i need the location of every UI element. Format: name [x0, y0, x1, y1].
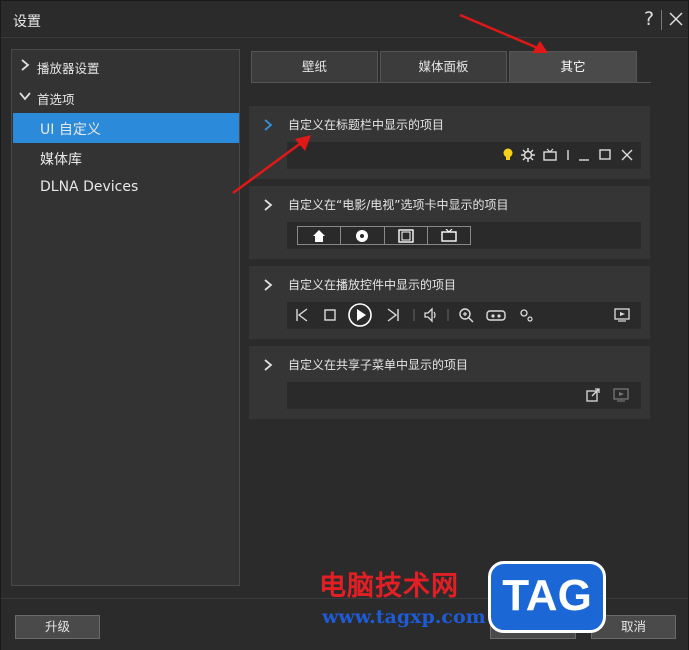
tv-icon[interactable]	[541, 146, 559, 164]
sidebar-item-media-library[interactable]: 媒体库	[13, 143, 239, 173]
stop-icon[interactable]	[321, 306, 339, 324]
watermark-logo: TAG	[488, 561, 606, 633]
tab-media-panel[interactable]: 媒体面板	[380, 51, 507, 82]
separator-icon	[439, 306, 457, 324]
settings-dialog: 设置 ? 播放器设置 首选项 UI 自定义 媒体库 DLNA Devices 壁…	[0, 0, 689, 650]
separator-icon	[405, 306, 423, 324]
sidebar-group-player-settings[interactable]: 播放器设置	[12, 51, 239, 81]
skip-next-icon[interactable]	[384, 306, 402, 324]
chevron-right-icon	[21, 59, 30, 71]
sidebar-item-label: DLNA Devices	[40, 179, 139, 195]
tab-other[interactable]: 其它	[509, 51, 637, 82]
vr-icon[interactable]	[485, 306, 507, 324]
sidebar-item-dlna-devices[interactable]: DLNA Devices	[13, 173, 239, 203]
disc-icon	[356, 230, 369, 242]
sidebar-item-ui-customize[interactable]: UI 自定义	[13, 113, 239, 143]
home-segment[interactable]	[298, 227, 342, 244]
tab-bar: 壁纸 媒体面板 其它	[251, 51, 651, 83]
title-bar: 设置 ?	[1, 1, 688, 38]
chevron-right-icon[interactable]	[261, 358, 275, 372]
lightbulb-icon[interactable]	[499, 146, 517, 164]
settings-sidebar: 播放器设置 首选项 UI 自定义 媒体库 DLNA Devices	[11, 49, 240, 586]
chevron-right-icon[interactable]	[261, 278, 275, 292]
play-icon[interactable]	[348, 303, 372, 327]
tv-icon	[441, 229, 457, 242]
sidebar-group-label: 首选项	[37, 92, 75, 107]
playback-icons-bar	[287, 302, 641, 329]
sidebar-group-label: 播放器设置	[37, 61, 100, 76]
gear-icon[interactable]	[519, 146, 537, 164]
sidebar-group-preferences[interactable]: 首选项	[12, 82, 239, 112]
home-icon	[313, 230, 325, 242]
tv-segment[interactable]	[428, 227, 470, 244]
titlebar-icons-bar	[287, 142, 641, 169]
watermark-text: 电脑技术网	[319, 571, 459, 602]
close-window-button[interactable]	[666, 9, 686, 29]
cast-disabled-icon[interactable]	[612, 386, 630, 404]
film-segment[interactable]	[385, 227, 428, 244]
section-title: 自定义在播放控件中显示的项目	[288, 278, 457, 292]
window-title: 设置	[13, 14, 41, 30]
chevron-right-icon[interactable]	[261, 118, 275, 132]
movie-tv-icons-bar	[287, 222, 641, 249]
volume-icon[interactable]	[422, 306, 440, 324]
share-external-icon[interactable]	[584, 386, 602, 404]
close-icon	[669, 12, 683, 26]
section-title: 自定义在“电影/电视”选项卡中显示的项目	[288, 198, 509, 212]
section-titlebar-items: 自定义在标题栏中显示的项目	[249, 106, 650, 179]
tab-divider	[251, 82, 651, 83]
movie-tv-segment-group	[297, 226, 471, 245]
chevron-right-icon[interactable]	[261, 198, 275, 212]
watermark-logo-text: TAG	[502, 571, 592, 620]
section-movie-tv-items: 自定义在“电影/电视”选项卡中显示的项目	[249, 186, 650, 259]
minimize-icon[interactable]	[575, 146, 593, 164]
maximize-icon[interactable]	[596, 146, 614, 164]
close-icon[interactable]	[618, 146, 636, 164]
settings-icon[interactable]	[517, 306, 535, 324]
sidebar-item-label: 媒体库	[40, 152, 82, 168]
cast-icon[interactable]	[613, 306, 631, 324]
section-share-submenu: 自定义在共享子菜单中显示的项目	[249, 346, 650, 419]
chevron-down-icon	[19, 92, 31, 101]
tab-wallpaper[interactable]: 壁纸	[251, 51, 378, 82]
skip-previous-icon[interactable]	[293, 306, 311, 324]
upgrade-button[interactable]: 升级	[15, 615, 100, 639]
film-icon	[397, 229, 414, 243]
help-button[interactable]: ?	[639, 7, 659, 31]
section-playback-controls: 自定义在播放控件中显示的项目	[249, 266, 650, 339]
zoom-icon[interactable]	[457, 306, 475, 324]
share-icons-bar	[287, 382, 641, 409]
watermark-url: www.tagxp.com	[322, 606, 486, 628]
section-title: 自定义在共享子菜单中显示的项目	[288, 358, 469, 372]
disc-segment[interactable]	[341, 227, 385, 244]
title-separator	[661, 10, 662, 30]
sidebar-item-label: UI 自定义	[40, 122, 101, 138]
section-title: 自定义在标题栏中显示的项目	[288, 118, 445, 132]
